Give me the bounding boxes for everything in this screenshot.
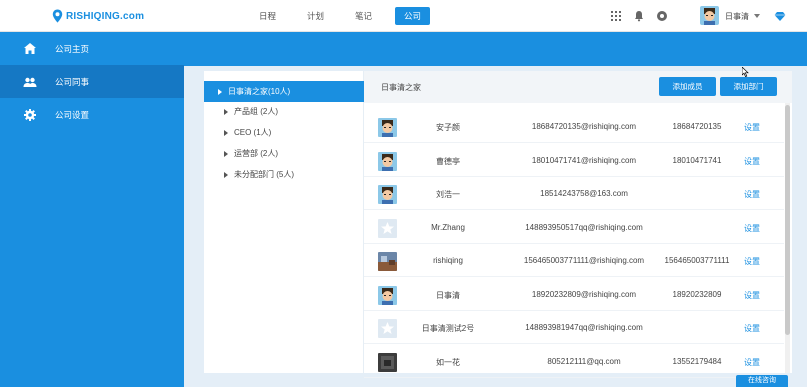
face-avatar-icon (700, 6, 719, 25)
member-settings-link[interactable]: 设置 (726, 290, 778, 301)
sidebar-item-colleagues[interactable]: 公司同事 (0, 65, 184, 98)
member-email: 18920232809@rishiqing.com (531, 289, 637, 299)
add-member-button[interactable]: 添加成员 (659, 77, 716, 96)
department-header: 日事清之家 添加成员 添加部门 (364, 71, 792, 103)
member-list-area: 日事清之家 添加成员 添加部门 安子颜 18684720135@rishiqing… (364, 71, 792, 378)
member-settings-link[interactable]: 设置 (726, 223, 778, 234)
nav-plan[interactable]: 计划 (307, 7, 324, 25)
tree-item-label: 未分配部门 (5人) (234, 170, 294, 179)
bell-icon[interactable] (633, 10, 645, 22)
sidebar: 公司主页 公司同事 公司设置 (0, 32, 184, 387)
member-settings-link[interactable]: 设置 (726, 256, 778, 267)
scrollbar-thumb[interactable] (785, 105, 790, 335)
tree-item-unassigned[interactable]: 未分配部门 (5人) (204, 164, 364, 185)
sidebar-item-label: 公司主页 (55, 43, 90, 54)
mouse-cursor-icon (742, 67, 749, 77)
sidebar-item-home[interactable]: 公司主页 (0, 32, 184, 65)
user-name[interactable]: 日事清 (725, 11, 749, 22)
member-email: 148893981947qq@rishiqing.com (525, 323, 643, 332)
gear-icon (23, 108, 37, 122)
department-title: 日事清之家 (381, 83, 421, 92)
sidebar-item-label: 公司同事 (55, 76, 90, 87)
tree-item-root[interactable]: 日事清之家(10人) (204, 81, 364, 102)
face-avatar-icon (378, 151, 397, 171)
apps-grid-icon[interactable] (610, 10, 622, 22)
member-name: Mr.Zhang (431, 222, 465, 232)
logo[interactable]: RISHIQING.com (52, 8, 144, 24)
member-name: 如一花 (436, 357, 460, 367)
sidebar-item-label: 公司设置 (55, 109, 90, 120)
caret-right-icon (224, 129, 228, 136)
user-avatar[interactable] (700, 6, 719, 25)
member-row[interactable]: 如一花 805212111@qq.com 13552179484 设置 (364, 345, 784, 378)
face-avatar-icon (378, 185, 397, 204)
member-row[interactable]: 刘浩一 18514243758@163.com 设置 (364, 177, 784, 210)
nav-company[interactable]: 公司 (395, 7, 431, 25)
add-department-button[interactable]: 添加部门 (720, 77, 777, 96)
tree-item-ceo[interactable]: CEO (1人) (204, 122, 364, 143)
member-row[interactable]: rishiqing 156465003771111@rishiqing.com 15… (364, 244, 784, 277)
member-settings-link[interactable]: 设置 (726, 189, 778, 200)
tree-item-label: CEO (1人) (234, 128, 272, 137)
logo-text: RISHIQING.com (66, 10, 145, 22)
member-settings-link[interactable]: 设置 (726, 156, 778, 167)
face-avatar-icon (378, 118, 397, 137)
member-row[interactable]: 安子颜 18684720135@rishiqing.com 18684720135 设… (364, 110, 784, 143)
colleagues-panel: 日事清之家(10人) 产品组 (2人) CEO (1人) 运营部 (2人) 未分… (204, 71, 792, 378)
department-tree: 日事清之家(10人) 产品组 (2人) CEO (1人) 运营部 (2人) 未分… (204, 71, 364, 373)
member-email: 156465003771111@rishiqing.com (523, 256, 645, 265)
chevron-down-icon[interactable] (754, 14, 760, 18)
member-email: 805212111@qq.com (547, 356, 621, 366)
top-bar: RISHIQING.com 日程 计划 笔记 公司 日事清 (0, 0, 807, 32)
sidebar-item-settings[interactable]: 公司设置 (0, 98, 184, 131)
location-pin-icon (52, 9, 63, 23)
face-avatar-icon (378, 285, 397, 305)
nav-notes[interactable]: 笔记 (355, 7, 372, 25)
home-icon (23, 42, 37, 56)
member-email: 18514243758@163.com (540, 189, 628, 198)
caret-right-icon (224, 150, 228, 157)
member-settings-link[interactable]: 设置 (726, 122, 778, 133)
member-name: 安子颜 (436, 123, 460, 132)
caret-right-icon (218, 88, 222, 95)
member-name: 日事清 (436, 290, 460, 300)
people-icon (23, 75, 37, 89)
tree-item-label: 产品组 (2人) (234, 107, 278, 116)
online-consult-button[interactable]: 在线咨询 (736, 375, 788, 387)
caret-right-icon (224, 171, 228, 178)
default-star-avatar-icon (378, 319, 397, 338)
help-icon[interactable] (656, 10, 668, 22)
diamond-icon[interactable] (774, 10, 786, 22)
nav-schedule[interactable]: 日程 (259, 7, 276, 25)
member-email: 148893950517qq@rishiqing.com (525, 222, 643, 232)
default-star-avatar-icon (378, 218, 397, 238)
member-email: 18684720135@rishiqing.com (531, 122, 637, 131)
caret-right-icon (224, 108, 228, 115)
member-settings-link[interactable]: 设置 (726, 323, 778, 334)
photo-avatar-icon (378, 352, 397, 372)
member-name: rishiqing (433, 256, 463, 265)
tree-item-product[interactable]: 产品组 (2人) (204, 101, 364, 122)
member-email: 18010471741@rishiqing.com (531, 155, 637, 165)
member-row[interactable]: Mr.Zhang 148893950517qq@rishiqing.com 设置 (364, 211, 784, 244)
member-name: 曹德亭 (436, 156, 460, 166)
member-row[interactable]: 曹德亭 18010471741@rishiqing.com 18010471741 设… (364, 144, 784, 177)
member-settings-link[interactable]: 设置 (726, 357, 778, 368)
photo-avatar-icon (378, 252, 397, 271)
member-row[interactable]: 日事清测试2号 148893981947qq@rishiqing.com 设置 (364, 311, 784, 344)
member-name: 日事清测试2号 (421, 324, 475, 333)
tree-item-label: 运营部 (2人) (234, 149, 278, 158)
tree-item-operations[interactable]: 运营部 (2人) (204, 143, 364, 164)
member-name: 刘浩一 (436, 190, 460, 199)
member-row[interactable]: 日事清 18920232809@rishiqing.com 18920232809 设… (364, 278, 784, 311)
tree-item-label: 日事清之家(10人) (228, 87, 291, 96)
main-header-band (184, 32, 807, 66)
